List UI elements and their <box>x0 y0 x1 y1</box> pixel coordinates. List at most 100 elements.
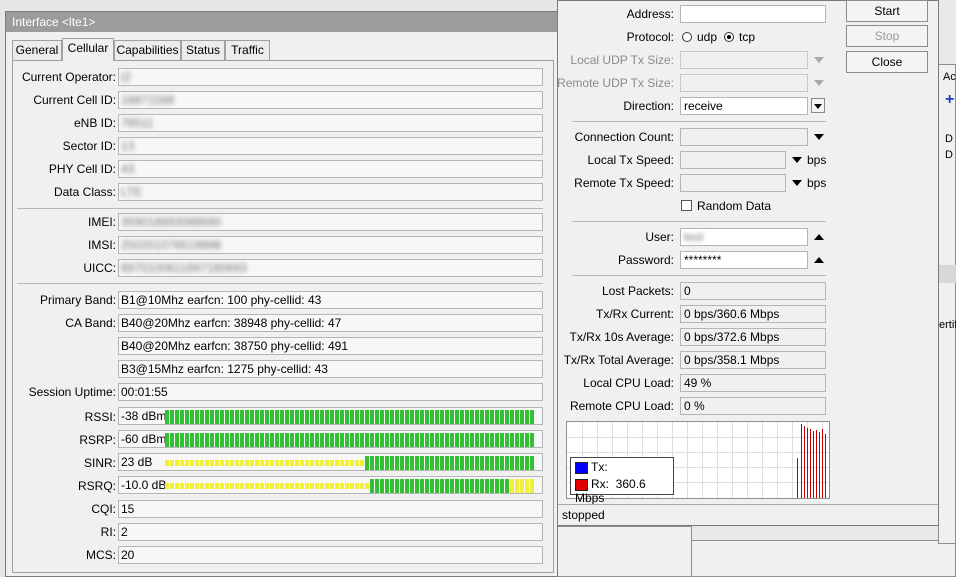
signal-segment <box>220 433 224 447</box>
user-collapse-icon[interactable] <box>814 234 824 240</box>
direction-select[interactable]: receive <box>680 97 808 115</box>
signal-segment <box>455 479 459 493</box>
signal-segment <box>530 410 534 424</box>
protocol-udp-label: udp <box>697 30 718 44</box>
imei-label: IMEI: <box>87 215 116 229</box>
imei-value: 359018893088690 <box>118 213 543 231</box>
signal-segment <box>395 456 399 470</box>
local-tx-speed-dropdown-icon[interactable] <box>792 157 802 163</box>
txrx-current-label: Tx/Rx Current: <box>595 307 674 321</box>
signal-segment <box>255 460 259 466</box>
signal-segment <box>350 410 354 424</box>
password-input[interactable]: ******** <box>680 251 808 269</box>
signal-segment <box>350 483 354 489</box>
txrx-current-value: 0 bps/360.6 Mbps <box>680 305 826 323</box>
signal-segment <box>330 433 334 447</box>
signal-segment <box>410 410 414 424</box>
current-cell-id-label: Current Cell ID: <box>33 93 116 107</box>
remote-udp-tx-size-input[interactable] <box>680 74 808 92</box>
signal-segment <box>345 433 349 447</box>
rssi-value: -38 dBm <box>121 409 167 423</box>
signal-segment <box>225 433 229 447</box>
start-button[interactable]: Start <box>846 0 928 22</box>
current-operator-text: t2 <box>121 70 132 84</box>
signal-segment <box>475 479 479 493</box>
signal-segment <box>325 460 329 466</box>
bg-d-text-2: D <box>945 149 953 161</box>
sector-id-value: 13 <box>118 137 543 155</box>
signal-segment <box>485 456 489 470</box>
signal-segment <box>240 410 244 424</box>
protocol-tcp-radio[interactable] <box>724 32 734 42</box>
uicc-text: 8970100611697180693 <box>121 261 247 275</box>
local-udp-tx-size-input[interactable] <box>680 51 808 69</box>
tab-general[interactable]: General <box>12 40 62 60</box>
password-collapse-icon[interactable] <box>814 257 824 263</box>
signal-segment <box>505 410 509 424</box>
protocol-tcp-label: tcp <box>739 30 756 44</box>
signal-segment <box>310 410 314 424</box>
user-label: User: <box>645 230 674 244</box>
signal-segment <box>185 483 189 489</box>
tab-capabilities[interactable]: Capabilities <box>114 40 181 60</box>
signal-segment <box>205 460 209 466</box>
signal-segment <box>485 433 489 447</box>
connection-count-label: Connection Count: <box>574 130 674 144</box>
direction-dropdown-button[interactable] <box>811 98 825 113</box>
signal-segment <box>440 433 444 447</box>
signal-segment <box>280 410 284 424</box>
signal-segment <box>210 433 214 447</box>
signal-segment <box>210 483 214 489</box>
remote-tx-speed-dropdown-icon[interactable] <box>792 180 802 186</box>
signal-segment <box>260 410 264 424</box>
signal-segment <box>520 433 524 447</box>
tab-status[interactable]: Status <box>181 40 225 60</box>
legend-tx-label: Tx: <box>591 460 608 474</box>
local-udp-dropdown-icon[interactable] <box>814 57 824 63</box>
tab-traffic[interactable]: Traffic <box>225 40 270 60</box>
signal-segment <box>225 483 229 489</box>
signal-segment <box>385 479 389 493</box>
remote-udp-dropdown-icon[interactable] <box>814 80 824 86</box>
separator <box>17 283 543 284</box>
stop-button[interactable]: Stop <box>846 25 928 47</box>
rssi-label: RSSI: <box>84 410 116 424</box>
signal-segment <box>180 483 184 489</box>
signal-segment <box>280 483 284 489</box>
tab-cellular[interactable]: Cellular <box>62 38 114 61</box>
user-input[interactable]: test <box>680 228 808 246</box>
signal-segment <box>525 410 529 424</box>
enb-id-value: 78511 <box>118 114 543 132</box>
signal-segment <box>165 433 169 447</box>
close-button[interactable]: Close <box>846 51 928 73</box>
protocol-udp-radio[interactable] <box>682 32 692 42</box>
signal-segment <box>235 410 239 424</box>
signal-segment <box>275 433 279 447</box>
signal-segment <box>400 479 404 493</box>
signal-segment <box>470 433 474 447</box>
signal-segment <box>310 483 314 489</box>
signal-segment <box>390 410 394 424</box>
signal-segment <box>395 479 399 493</box>
enb-id-label: eNB ID: <box>73 116 116 130</box>
signal-segment <box>170 410 174 424</box>
signal-segment <box>165 483 169 489</box>
uicc-value: 8970100611697180693 <box>118 259 543 277</box>
signal-segment <box>375 433 379 447</box>
signal-segment <box>230 410 234 424</box>
signal-segment <box>510 456 514 470</box>
random-data-checkbox[interactable] <box>681 200 692 211</box>
local-cpu-load-value: 49 % <box>680 374 826 392</box>
rsrp-meter: -60 dBm <box>118 430 543 448</box>
address-input[interactable] <box>680 5 826 23</box>
background-window-right: Ac + D D ertif <box>938 64 956 544</box>
signal-segment <box>470 456 474 470</box>
ri-label: RI: <box>100 525 116 539</box>
connection-count-dropdown-icon[interactable] <box>814 134 824 140</box>
local-tx-speed-input[interactable] <box>680 151 786 169</box>
remote-cpu-load-label: Remote CPU Load: <box>569 399 674 413</box>
remote-tx-speed-input[interactable] <box>680 174 786 192</box>
signal-segment <box>195 460 199 466</box>
signal-segment <box>230 433 234 447</box>
connection-count-input[interactable] <box>680 128 808 146</box>
